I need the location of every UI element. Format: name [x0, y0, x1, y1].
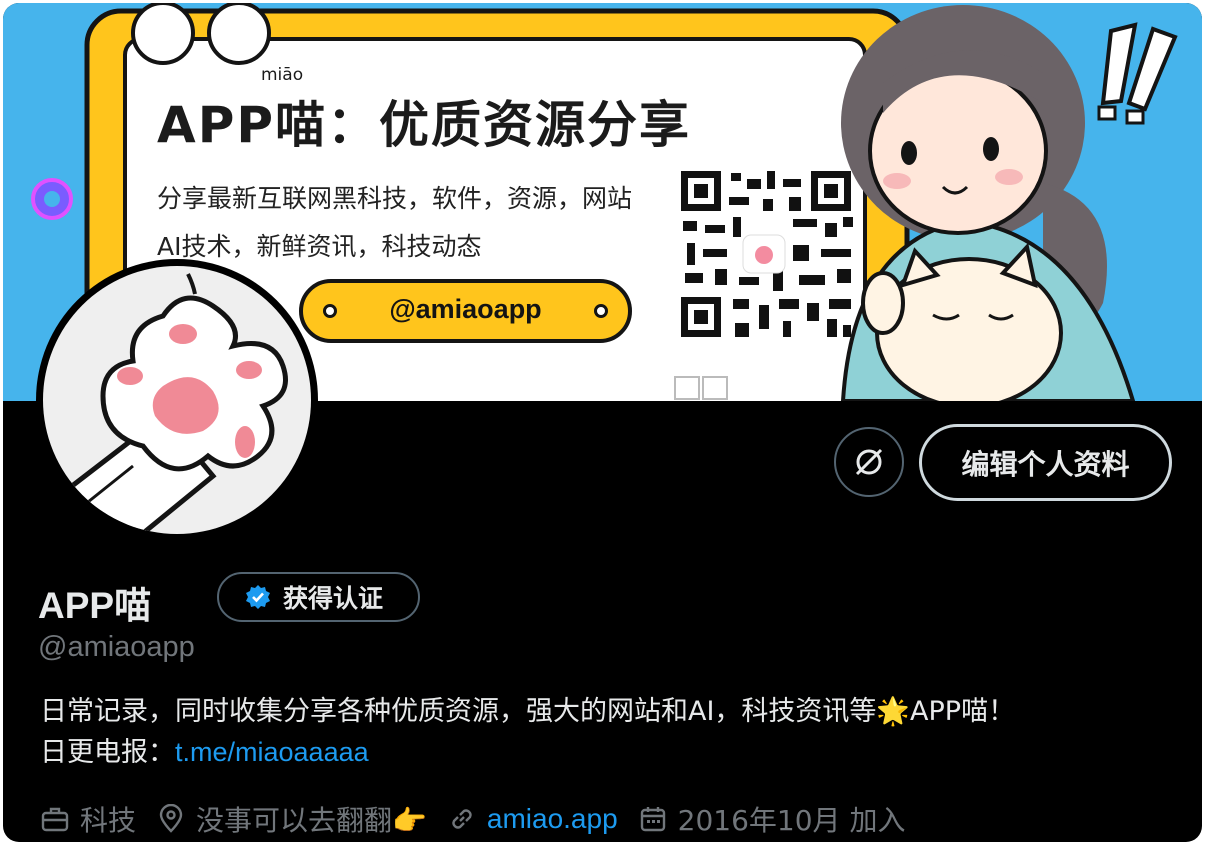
bio-telegram-label: 日更电报：	[40, 737, 175, 768]
avatar-image	[43, 266, 311, 534]
location-pin-icon	[159, 804, 183, 833]
banner-line-1: 分享最新互联网黑科技，软件，资源，网站	[157, 184, 633, 213]
bio-line-2: 日更电报：t.me/miaoaaaaa	[40, 732, 1015, 773]
meta-joined: 2016年10月 加入	[638, 799, 906, 839]
cat-paw-icon	[43, 273, 288, 534]
meta-website: amiao.app	[447, 803, 618, 835]
bio: 日常记录，同时收集分享各种优质资源，强大的网站和AI，科技资讯等🌟APP喵！ 日…	[40, 692, 1015, 773]
meta-location: 没事可以去翻翻👉	[156, 799, 427, 839]
meta-category: 科技	[40, 799, 136, 839]
meta-joined-text: 2016年10月 加入	[677, 804, 906, 837]
meta-location-text: 没事可以去翻翻👉	[196, 804, 427, 837]
get-verified-label: 获得认证	[283, 584, 384, 613]
grok-button[interactable]	[834, 427, 904, 497]
bio-line-1: 日常记录，同时收集分享各种优质资源，强大的网站和AI，科技资讯等🌟APP喵！	[40, 696, 1016, 727]
verified-badge-icon	[246, 585, 270, 609]
meta-category-text: 科技	[80, 804, 137, 837]
website-link[interactable]: amiao.app	[487, 803, 618, 835]
link-icon	[452, 809, 472, 829]
banner-line-2: AI技术，新鲜资讯，科技动态	[157, 232, 482, 261]
grok-icon	[855, 448, 883, 476]
pill-dot-right	[594, 304, 608, 318]
edit-profile-button[interactable]: 编辑个人资料	[919, 424, 1172, 501]
avatar[interactable]	[36, 259, 318, 541]
banner-handle-pill: @amiaoapp	[299, 279, 632, 343]
telegram-link[interactable]: t.me/miaoaaaaa	[175, 737, 369, 767]
banner-pinyin: miāo	[261, 65, 304, 85]
profile-meta: 科技 没事可以去翻翻👉 amiao.app 2016年10月 加入	[40, 799, 925, 839]
banner-handle: @amiaoapp	[389, 294, 542, 324]
banner-title: APP喵：优质资源分享	[157, 96, 691, 154]
user-handle: @amiaoapp	[38, 631, 195, 663]
briefcase-icon	[41, 807, 69, 832]
profile-card: miāo APP喵：优质资源分享 分享最新互联网黑科技，软件，资源，网站 AI技…	[3, 3, 1202, 842]
calendar-icon	[640, 807, 665, 832]
get-verified-button[interactable]: 获得认证	[217, 572, 420, 622]
display-name: APP喵	[38, 585, 152, 626]
